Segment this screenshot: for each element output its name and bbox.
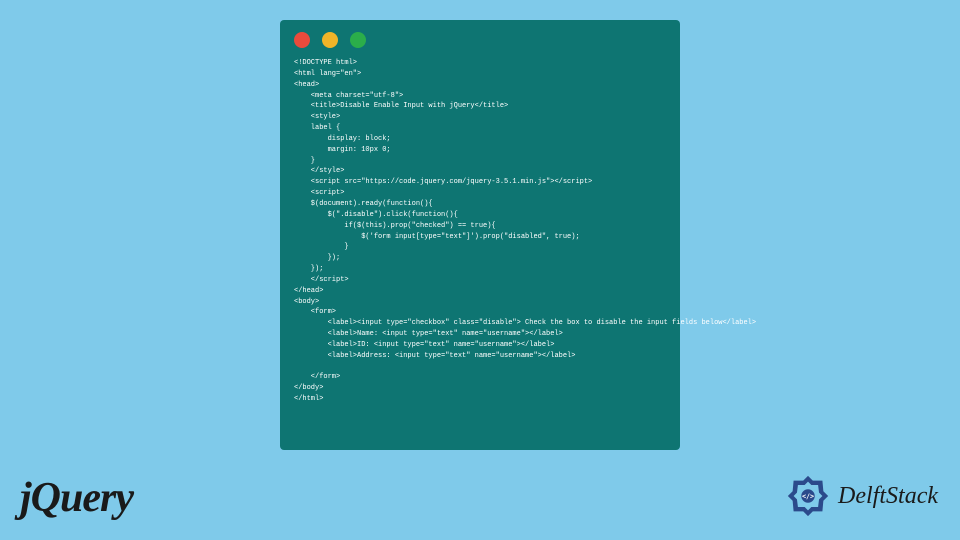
- jquery-logo: jQuery: [20, 474, 133, 522]
- minimize-dot-icon: [322, 32, 338, 48]
- delftstack-logo: </> DelftStack: [784, 472, 938, 520]
- maximize-dot-icon: [350, 32, 366, 48]
- svg-text:</>: </>: [802, 492, 814, 500]
- delftstack-emblem-icon: </>: [784, 472, 832, 520]
- code-block: <!DOCTYPE html> <html lang="en"> <head> …: [294, 58, 666, 405]
- window-controls: [294, 32, 666, 48]
- delftstack-text: DelftStack: [838, 483, 938, 510]
- close-dot-icon: [294, 32, 310, 48]
- code-window: <!DOCTYPE html> <html lang="en"> <head> …: [280, 20, 680, 450]
